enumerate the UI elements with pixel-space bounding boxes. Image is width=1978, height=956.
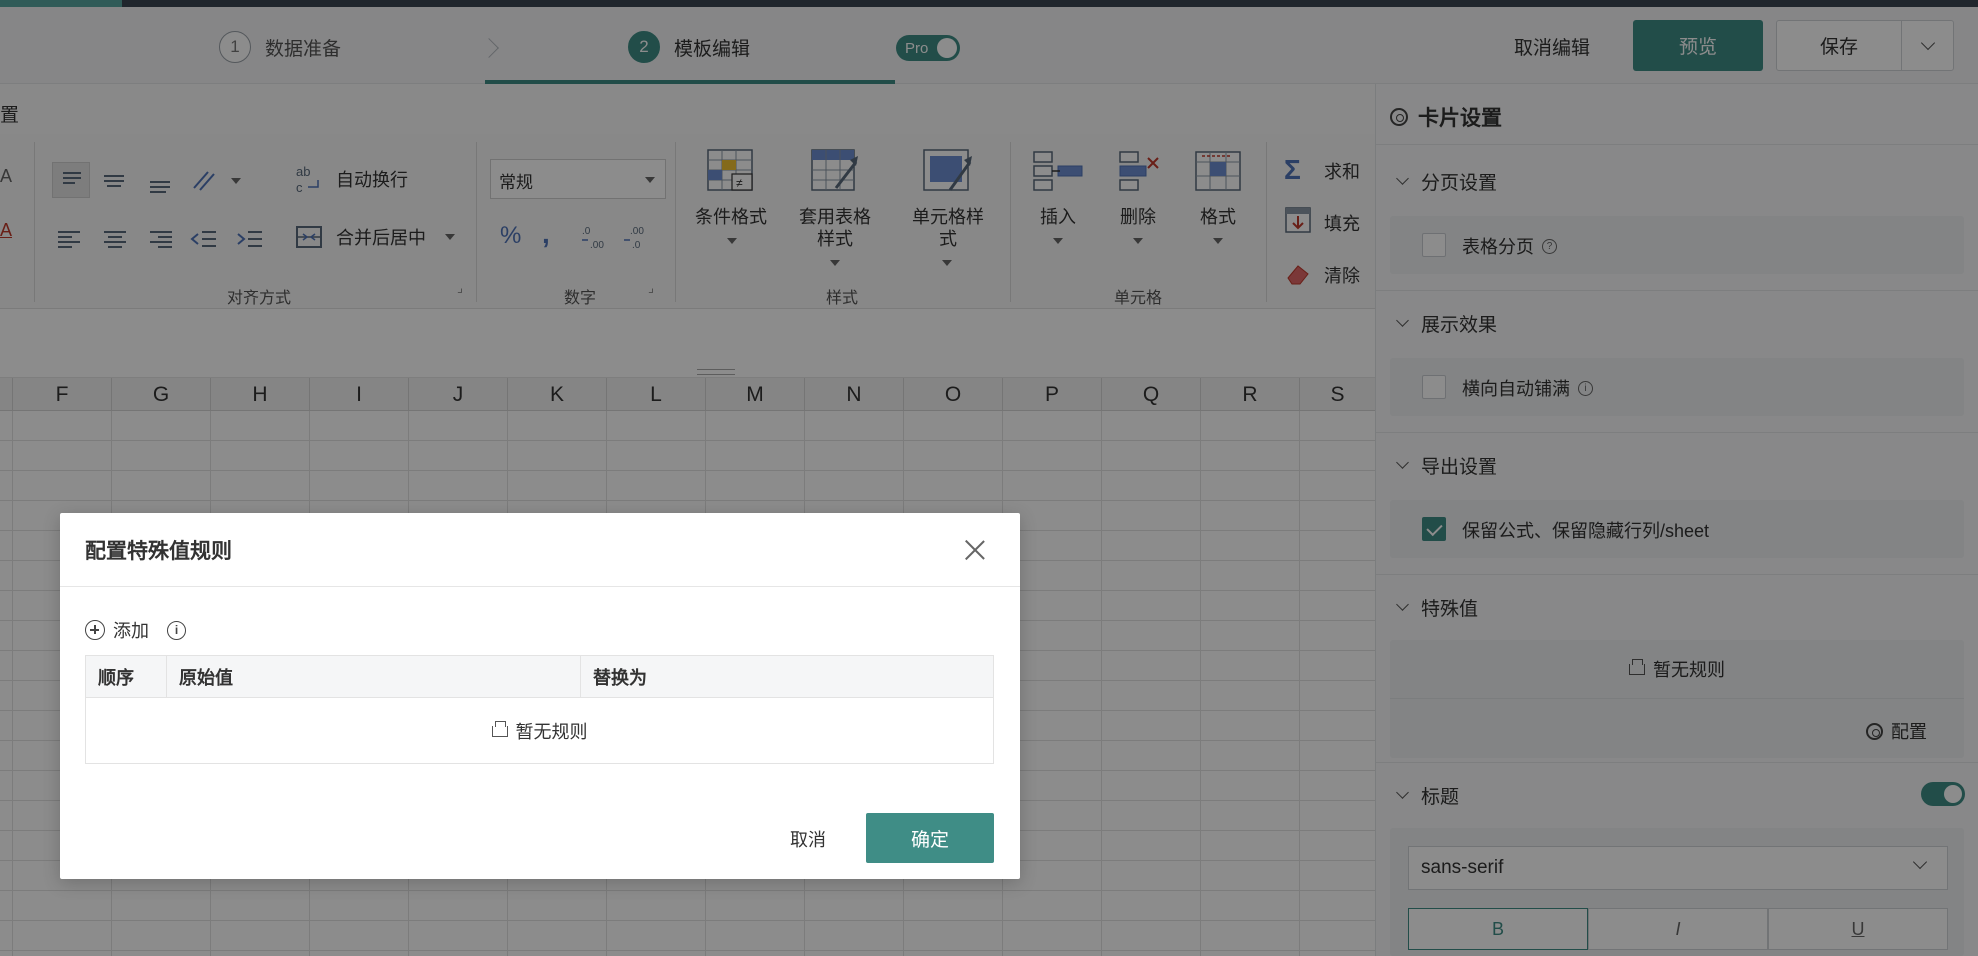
add-rule-row: 添加 i [85, 617, 186, 643]
confirm-button[interactable]: 确定 [866, 813, 994, 863]
column-header-original: 原始值 [166, 656, 580, 698]
column-header-order: 顺序 [98, 668, 134, 688]
dialog-divider [60, 586, 1020, 587]
inbox-icon [491, 720, 508, 737]
dialog-title: 配置特殊值规则 [85, 540, 232, 563]
cancel-button[interactable]: 取消 [790, 826, 826, 852]
column-header-replace: 替换为 [580, 656, 993, 698]
empty-text: 暂无规则 [515, 722, 588, 742]
table-empty-state: 暂无规则 [86, 699, 993, 763]
info-icon[interactable]: i [167, 620, 186, 640]
rules-table: 顺序 原始值 替换为 暂无规则 [85, 655, 994, 764]
special-value-rules-dialog: 配置特殊值规则 添加 i 顺序 原始值 替换为 暂无规则 取消 确定 [60, 513, 1020, 879]
close-icon[interactable] [964, 539, 986, 561]
add-label: 添加 [113, 621, 149, 641]
plus-circle-icon [85, 620, 105, 640]
table-header: 顺序 原始值 替换为 [86, 656, 993, 698]
add-rule-button[interactable]: 添加 [85, 617, 149, 643]
